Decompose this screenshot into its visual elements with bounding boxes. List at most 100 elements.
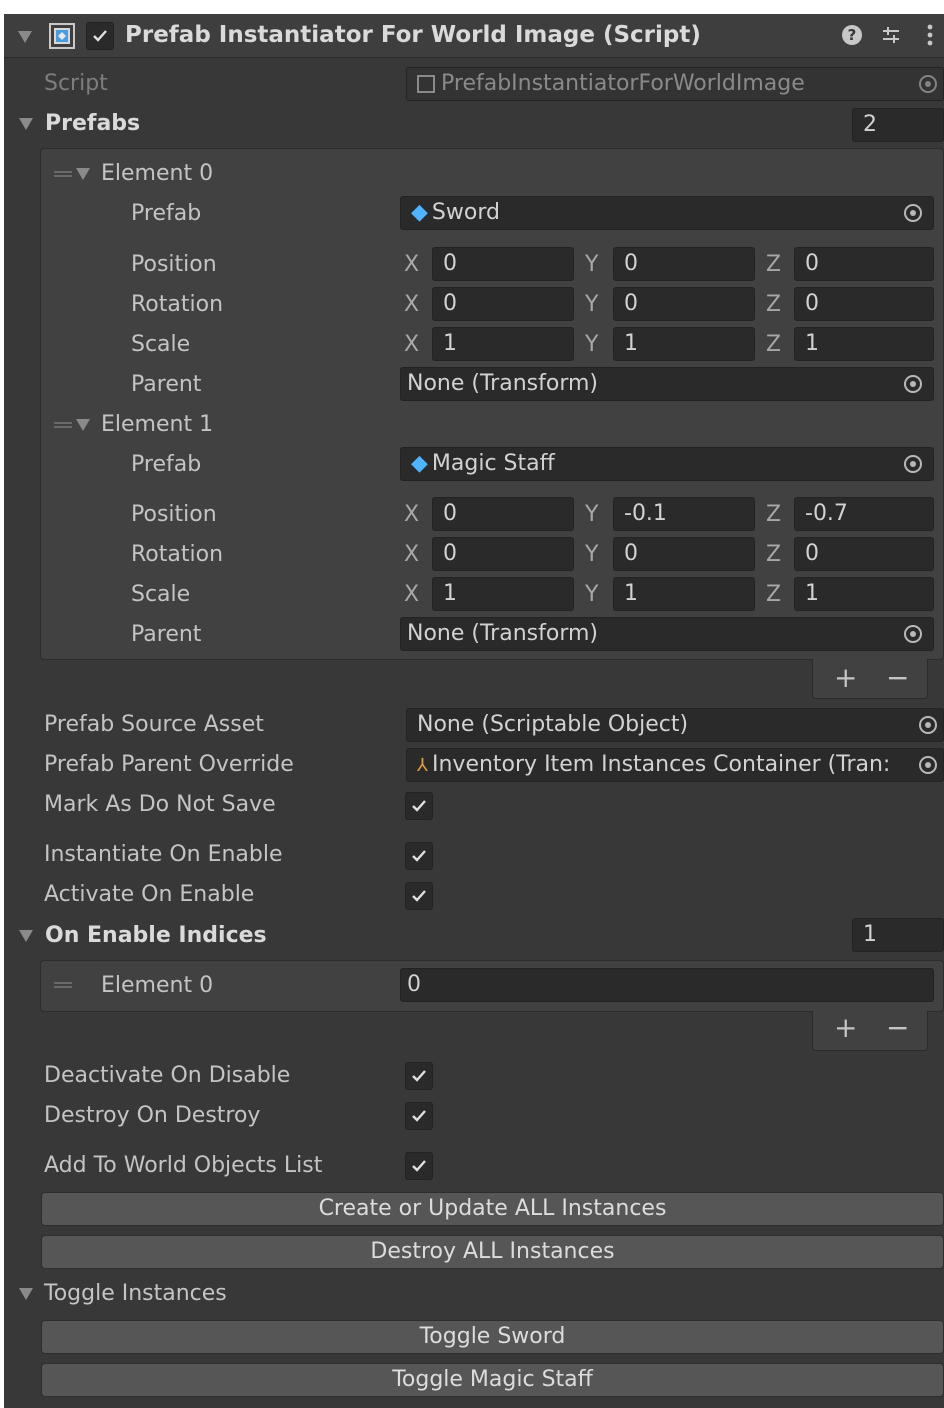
on-enable-indices-element0-label: Element 0: [101, 973, 214, 998]
toggle-instances-fold-arrow[interactable]: [19, 1288, 33, 1300]
prefabs-remove-button[interactable]: −: [886, 664, 909, 692]
drag-handle-icon[interactable]: [54, 171, 72, 177]
destroy-on-destroy-label: Destroy On Destroy: [44, 1103, 261, 1128]
element0-label[interactable]: Element 0: [101, 160, 213, 188]
element1-fold-arrow[interactable]: [76, 419, 90, 431]
prefabs-add-button[interactable]: +: [834, 664, 857, 692]
element0-fold-arrow[interactable]: [76, 168, 90, 180]
element1-prefab-label: Prefab: [131, 452, 202, 477]
on-enable-indices-add-button[interactable]: +: [834, 1014, 857, 1042]
prefabs-fold-arrow[interactable]: [19, 118, 33, 130]
script-component-icon: [48, 22, 76, 50]
axis-y-label: Y: [585, 542, 599, 567]
instantiate-on-enable-checkbox[interactable]: [405, 842, 433, 870]
element1-parent-picker-icon[interactable]: [904, 625, 922, 643]
component-enabled-checkbox[interactable]: [86, 22, 114, 50]
on-enable-indices-remove-button[interactable]: −: [886, 1014, 909, 1042]
deactivate-on-disable-checkbox[interactable]: [405, 1062, 433, 1090]
axis-y-label: Y: [585, 332, 599, 357]
element1-prefab-picker-icon[interactable]: [904, 455, 922, 473]
on-enable-indices-fold-arrow[interactable]: [19, 930, 33, 942]
prefab-source-asset-field[interactable]: None (Scriptable Object): [406, 708, 944, 742]
on-enable-indices-label[interactable]: On Enable Indices: [45, 922, 267, 950]
element0-prefab-field[interactable]: ◆ Sword: [400, 196, 934, 230]
prefab-source-asset-picker-icon[interactable]: [919, 716, 937, 734]
component-fold-arrow[interactable]: [18, 31, 32, 43]
element1-position-y[interactable]: -0.1: [613, 497, 755, 531]
element0-rotation-y[interactable]: 0: [613, 287, 755, 321]
element1-scale-label: Scale: [131, 582, 191, 607]
create-update-all-instances-button[interactable]: Create or Update ALL Instances: [41, 1192, 944, 1226]
toggle-instances-label[interactable]: Toggle Instances: [44, 1280, 227, 1308]
script-label: Script: [44, 71, 108, 96]
destroy-all-instances-button[interactable]: Destroy ALL Instances: [41, 1235, 944, 1269]
on-enable-indices-element0-field[interactable]: 0: [400, 968, 934, 1002]
prefab-parent-override-field[interactable]: ⅄ Inventory Item Instances Container (Tra…: [406, 748, 944, 782]
element0-position-y[interactable]: 0: [613, 247, 755, 281]
prefabs-list-footer: [812, 659, 928, 699]
activate-on-enable-label: Activate On Enable: [44, 882, 255, 907]
element0-prefab-picker-icon[interactable]: [904, 204, 922, 222]
activate-on-enable-checkbox[interactable]: [405, 882, 433, 910]
element0-position-z[interactable]: 0: [794, 247, 934, 281]
prefab-parent-override-picker-icon[interactable]: [919, 756, 937, 774]
prefabs-label[interactable]: Prefabs: [45, 110, 140, 138]
element0-scale-x[interactable]: 1: [432, 327, 574, 361]
script-field: PrefabInstantiatorForWorldImage: [406, 67, 944, 101]
element0-parent-picker-icon[interactable]: [904, 375, 922, 393]
axis-x-label: X: [404, 332, 420, 357]
prefabs-size-field[interactable]: 2: [852, 108, 944, 142]
element0-parent-field[interactable]: None (Transform): [400, 367, 934, 401]
element0-position-label: Position: [131, 252, 217, 277]
axis-z-label: Z: [766, 292, 782, 317]
element1-label[interactable]: Element 1: [101, 411, 213, 439]
element1-position-x[interactable]: 0: [432, 497, 574, 531]
on-enable-indices-size-field[interactable]: 1: [852, 918, 944, 952]
element0-rotation-z[interactable]: 0: [794, 287, 934, 321]
axis-y-label: Y: [585, 252, 599, 277]
axis-y-label: Y: [585, 582, 599, 607]
script-file-icon: [417, 75, 435, 93]
element0-parent-label: Parent: [131, 372, 202, 397]
kebab-menu-icon[interactable]: [926, 23, 934, 53]
script-picker-icon: [919, 75, 937, 93]
mark-as-do-not-save-checkbox[interactable]: [405, 792, 433, 820]
element1-scale-y[interactable]: 1: [613, 577, 755, 611]
axis-x-label: X: [404, 252, 420, 277]
element1-rotation-label: Rotation: [131, 542, 224, 567]
axis-x-label: X: [404, 542, 420, 567]
drag-handle-icon[interactable]: [54, 982, 72, 988]
axis-z-label: Z: [766, 542, 782, 567]
element1-rotation-y[interactable]: 0: [613, 537, 755, 571]
axis-z-label: Z: [766, 252, 782, 277]
prefab-cube-icon: ◆: [411, 451, 428, 476]
element0-scale-z[interactable]: 1: [794, 327, 934, 361]
axis-y-label: Y: [585, 292, 599, 317]
on-enable-indices-list-footer: [812, 1011, 928, 1051]
presets-icon[interactable]: [880, 24, 902, 52]
toggle-magic-staff-button[interactable]: Toggle Magic Staff: [41, 1363, 944, 1397]
element0-rotation-label: Rotation: [131, 292, 224, 317]
element1-position-label: Position: [131, 502, 217, 527]
element1-rotation-z[interactable]: 0: [794, 537, 934, 571]
instantiate-on-enable-label: Instantiate On Enable: [44, 842, 283, 867]
element0-scale-y[interactable]: 1: [613, 327, 755, 361]
drag-handle-icon[interactable]: [54, 422, 72, 428]
destroy-on-destroy-checkbox[interactable]: [405, 1102, 433, 1130]
help-icon[interactable]: ?: [842, 25, 862, 45]
element1-scale-z[interactable]: 1: [794, 577, 934, 611]
element1-parent-field[interactable]: None (Transform): [400, 617, 934, 651]
mark-as-do-not-save-label: Mark As Do Not Save: [44, 792, 276, 817]
toggle-sword-button[interactable]: Toggle Sword: [41, 1320, 944, 1354]
element1-position-z[interactable]: -0.7: [794, 497, 934, 531]
axis-x-label: X: [404, 502, 420, 527]
element0-position-x[interactable]: 0: [432, 247, 574, 281]
element1-scale-x[interactable]: 1: [432, 577, 574, 611]
prefab-parent-override-value: Inventory Item Instances Container (Tran…: [432, 752, 891, 777]
element0-rotation-x[interactable]: 0: [432, 287, 574, 321]
element1-prefab-value: Magic Staff: [431, 451, 555, 476]
element1-prefab-field[interactable]: ◆ Magic Staff: [400, 447, 934, 481]
add-to-world-objects-list-checkbox[interactable]: [405, 1152, 433, 1180]
prefab-parent-override-label: Prefab Parent Override: [44, 752, 294, 777]
element1-rotation-x[interactable]: 0: [432, 537, 574, 571]
